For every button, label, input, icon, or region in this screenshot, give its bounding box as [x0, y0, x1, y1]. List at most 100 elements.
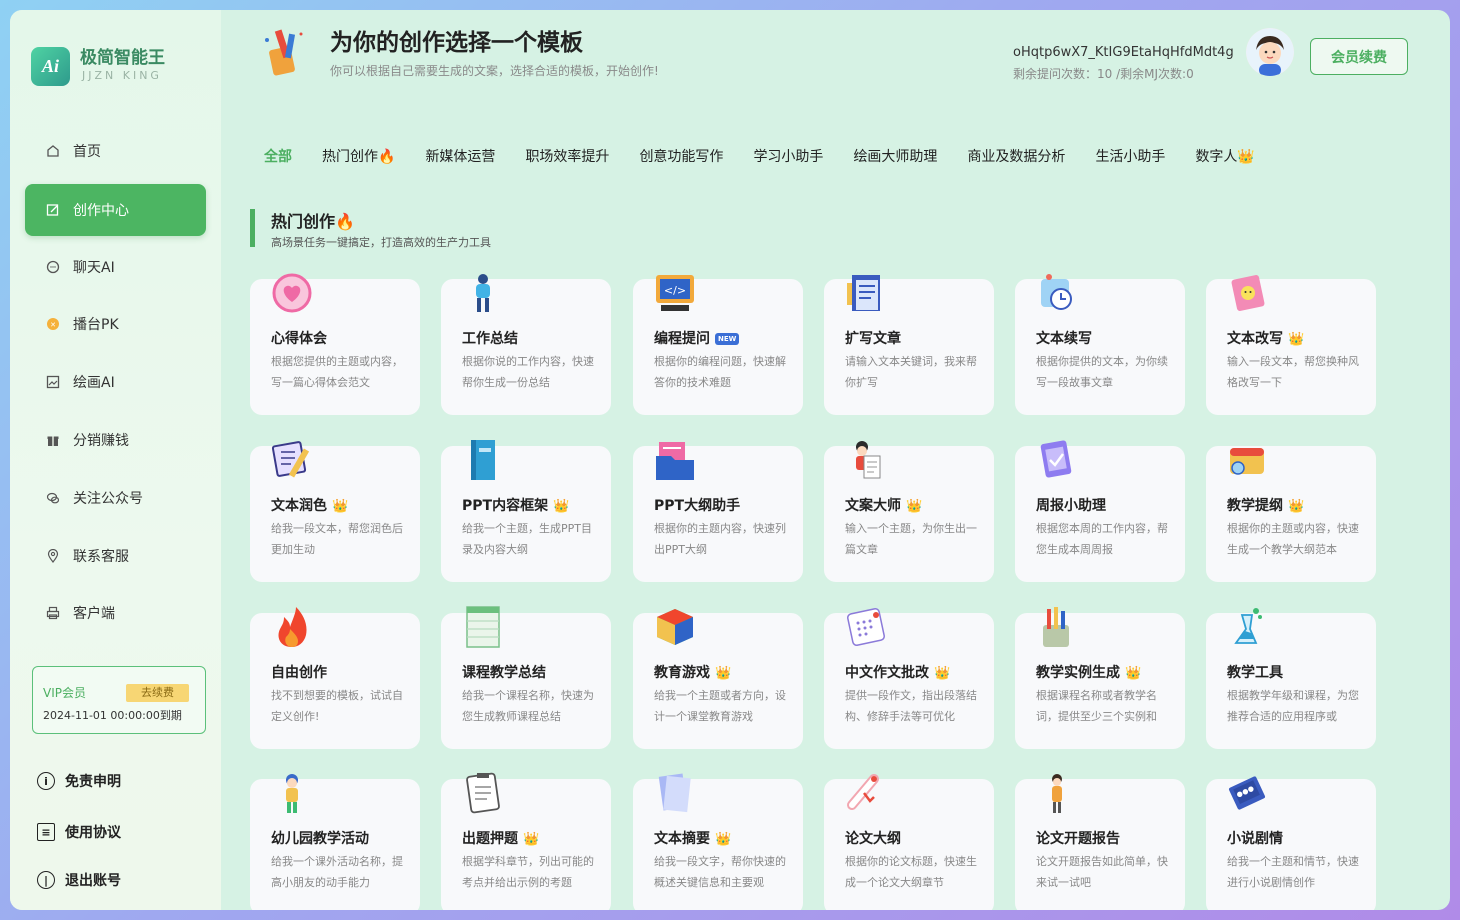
tab-all[interactable]: 全部 — [264, 146, 292, 166]
template-card[interactable]: PPT大纲助手根据你的主题内容，快速列出PPT大纲 — [633, 442, 803, 582]
crown-icon: 👑 — [715, 665, 732, 681]
card-description: 根据您本周的工作内容，帮您生成本周周报 — [1036, 522, 1168, 556]
card-title: 课程教学总结 — [462, 662, 546, 682]
card-title: 周报小助理 — [1036, 495, 1106, 515]
card-title: 文案大师 👑 — [845, 495, 922, 515]
tab-new-media[interactable]: 新媒体运营 — [425, 146, 495, 166]
avatar[interactable] — [1246, 28, 1294, 76]
card-title: 幼儿园教学活动 — [271, 828, 369, 848]
nav-draw-ai[interactable]: 绘画AI — [25, 356, 206, 408]
template-card[interactable]: 文案大师 👑 输入一个主题，为你生出一篇文章 — [824, 441, 994, 582]
tab-digital-human[interactable]: 数字人👑 — [1195, 146, 1254, 166]
power-icon: | — [37, 871, 55, 889]
card-description: 给我一个主题，生成PPT目录及内容大纲 — [462, 522, 592, 556]
template-card[interactable]: 教学工具 根据教学年级和课程，为您推荐合适的应用程序或 — [1206, 608, 1376, 749]
tab-study[interactable]: 学习小助手 — [753, 146, 823, 166]
template-card[interactable]: 教育游戏 👑 给我一个主题或者方向，设计一个课堂教育游戏 — [633, 609, 803, 749]
card-title: 论文开题报告 — [1036, 828, 1120, 848]
template-card[interactable]: 工作总结 根据你说的工作内容，快速帮你生成一份总结 — [441, 274, 611, 415]
card-description: 根据你的主题内容，快速列出PPT大纲 — [654, 522, 786, 556]
calendar-icon — [844, 605, 888, 649]
template-card[interactable]: 教学实例生成 👑 根据课程名称或者教学名词，提供至少三个实例和 — [1015, 607, 1185, 749]
template-card[interactable]: 论文开题报告 论文开题报告如此简单，快来试一试吧 — [1015, 774, 1185, 910]
template-card[interactable]: 文本续写 根据你提供的文本，为你续写一段故事文章 — [1015, 274, 1185, 415]
card-title-text: 论文大纲 — [845, 831, 901, 847]
edit-icon — [45, 202, 61, 218]
nav-label: 关注公众号 — [73, 491, 143, 507]
card-description: 根据学科章节，列出可能的考点并给出示例的考题 — [462, 855, 594, 889]
card-title-text: 课程教学总结 — [462, 665, 546, 681]
card-title-text: 小说剧情 — [1227, 831, 1283, 847]
brand-logo[interactable]: Ai — [31, 47, 70, 86]
card-title-text: 教学提纲 — [1227, 498, 1283, 514]
template-card[interactable]: 出题押题 👑 根据学科章节，列出可能的考点并给出示例的考题 — [441, 772, 611, 910]
report-icon — [1035, 438, 1079, 482]
card-title: 教学实例生成 👑 — [1036, 662, 1141, 682]
tab-hot[interactable]: 热门创作🔥 — [322, 146, 395, 166]
template-card[interactable]: 文本润色 👑 给我一段文本，帮您润色后更加生动 — [250, 441, 420, 582]
template-card[interactable]: 文本摘要 👑 给我一段文字，帮你快速的概述关键信息和主要观 — [633, 773, 803, 910]
terms-link[interactable]: ≡ 使用协议 — [37, 822, 121, 842]
book-icon — [461, 438, 505, 482]
tab-workplace[interactable]: 职场效率提升 — [525, 146, 609, 166]
card-title: 文本润色 👑 — [271, 495, 348, 515]
nav-distribution[interactable]: 分销赚钱 — [25, 414, 206, 466]
card-title: 教学工具 — [1227, 662, 1283, 682]
student-icon — [1035, 771, 1079, 815]
writer-icon — [844, 438, 888, 482]
template-card[interactable]: 课程教学总结 给我一个课程名称，快速为您生成教师课程总结 — [441, 606, 611, 749]
template-card[interactable]: </> 编程提问 NEW 根据你的编程问题，快速解答你的技术难题 — [633, 275, 803, 415]
template-card[interactable]: 心得体会 根据您提供的主题或内容，写一篇心得体会范文 — [250, 273, 420, 415]
template-card[interactable]: 自由创作 找不到想要的模板，试试自定义创作! — [250, 607, 420, 749]
document-icon: ≡ — [37, 823, 55, 841]
tab-drawing[interactable]: 绘画大师助理 — [853, 146, 937, 166]
template-card[interactable]: 扩写文章 请输入文本关键词，我来帮你扩写 — [824, 275, 994, 415]
template-card[interactable]: 文本改写 👑 输入一段文本，帮您换种风格改写一下 — [1206, 274, 1376, 415]
card-description: 根据您提供的主题或内容，写一篇心得体会范文 — [271, 355, 403, 389]
crown-icon: 👑 — [934, 665, 951, 681]
template-card[interactable]: 中文作文批改 👑 提供一段作文，指出段落结构、修辞手法等可优化 — [824, 608, 994, 749]
card-description: 给我一个主题或者方向，设计一个课堂教育游戏 — [654, 689, 786, 723]
chat-icon — [45, 259, 61, 275]
card-description: 根据你说的工作内容，快速帮你生成一份总结 — [462, 355, 594, 389]
nav-wechat[interactable]: 关注公众号 — [25, 472, 206, 524]
card-title: PPT内容框架 👑 — [462, 495, 569, 515]
template-card[interactable]: 论文大纲根据你的论文标题，快速生成一个论文大纲章节 — [824, 774, 994, 910]
card-description: 根据你的主题或内容，快速生成一个教学大纲范本 — [1227, 522, 1359, 556]
card-title-text: 周报小助理 — [1036, 498, 1106, 514]
template-card[interactable]: 周报小助理根据您本周的工作内容，帮您生成本周周报 — [1015, 440, 1185, 582]
card-title: PPT大纲助手 — [654, 495, 740, 515]
card-title-text: 文本润色 — [271, 498, 327, 514]
member-renew-button[interactable]: 会员续费 — [1310, 38, 1408, 75]
disclaimer-link[interactable]: i 免责申明 — [37, 771, 121, 791]
tab-life[interactable]: 生活小助手 — [1095, 146, 1165, 166]
flask-icon — [1226, 605, 1270, 649]
cube-icon — [653, 605, 697, 649]
template-card[interactable]: PPT内容框架 👑 给我一个主题，生成PPT目录及内容大纲 — [441, 440, 611, 582]
nav-chat-ai[interactable]: 聊天AI — [25, 241, 206, 293]
template-card[interactable]: ●●● 小说剧情 给我一个主题和情节，快速进行小说剧情创作 — [1206, 776, 1376, 910]
nav-label: 聊天AI — [73, 260, 115, 276]
nav-creation-center[interactable]: 创作中心 — [25, 184, 206, 236]
card-title: 出题押题 👑 — [462, 828, 539, 848]
tab-creative[interactable]: 创意功能写作 — [639, 146, 723, 166]
nav-support[interactable]: 联系客服 — [25, 530, 206, 582]
pencils-icon — [1035, 605, 1079, 649]
nav-client[interactable]: 客户端 — [25, 587, 206, 639]
kid-icon — [270, 771, 314, 815]
new-badge: NEW — [715, 333, 740, 345]
card-description: 输入一段文本，帮您换种风格改写一下 — [1227, 355, 1359, 389]
card-description: 根据你的论文标题，快速生成一个论文大纲章节 — [845, 855, 977, 889]
tab-business[interactable]: 商业及数据分析 — [967, 146, 1065, 166]
crown-icon: 👑 — [1288, 331, 1305, 347]
nav-pk[interactable]: ✕ 播台PK — [25, 298, 206, 350]
template-card[interactable]: 幼儿园教学活动 给我一个课外活动名称，提高小朋友的动手能力 — [250, 774, 420, 910]
code-icon: </> — [653, 271, 697, 315]
notebook-icon — [1226, 271, 1270, 315]
bottom-label: 免责申明 — [65, 774, 121, 790]
vip-renew-button[interactable]: 去续费 — [126, 684, 189, 702]
template-card[interactable]: 教学提纲 👑 根据你的主题或内容，快速生成一个教学大纲范本 — [1206, 446, 1376, 582]
logout-link[interactable]: | 退出账号 — [37, 870, 121, 890]
pencil-icon — [270, 438, 314, 482]
nav-home[interactable]: 首页 — [25, 125, 206, 177]
